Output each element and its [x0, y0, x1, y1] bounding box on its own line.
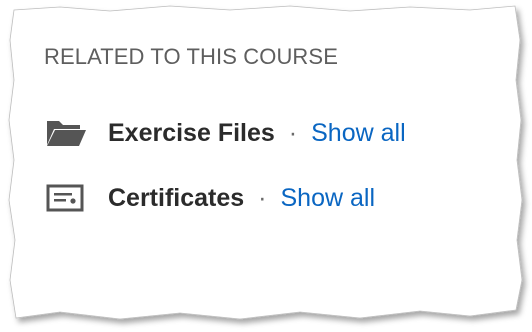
certificates-row: Certificates · Show all	[44, 180, 375, 216]
section-title: RELATED TO THIS COURSE	[44, 44, 338, 69]
separator-dot: ·	[258, 183, 267, 212]
certificates-label: Certificates	[108, 183, 245, 212]
folder-icon	[44, 115, 88, 151]
exercise-files-row: Exercise Files · Show all	[44, 115, 406, 151]
certificate-icon	[44, 180, 88, 216]
separator-dot: ·	[288, 118, 298, 147]
exercise-files-show-all-link[interactable]: Show all	[311, 119, 406, 148]
related-course-panel: RELATED TO THIS COURSE Exercise Files · …	[0, 0, 532, 332]
certificates-show-all-link[interactable]: Show all	[281, 184, 376, 213]
exercise-files-label: Exercise Files	[108, 118, 275, 147]
